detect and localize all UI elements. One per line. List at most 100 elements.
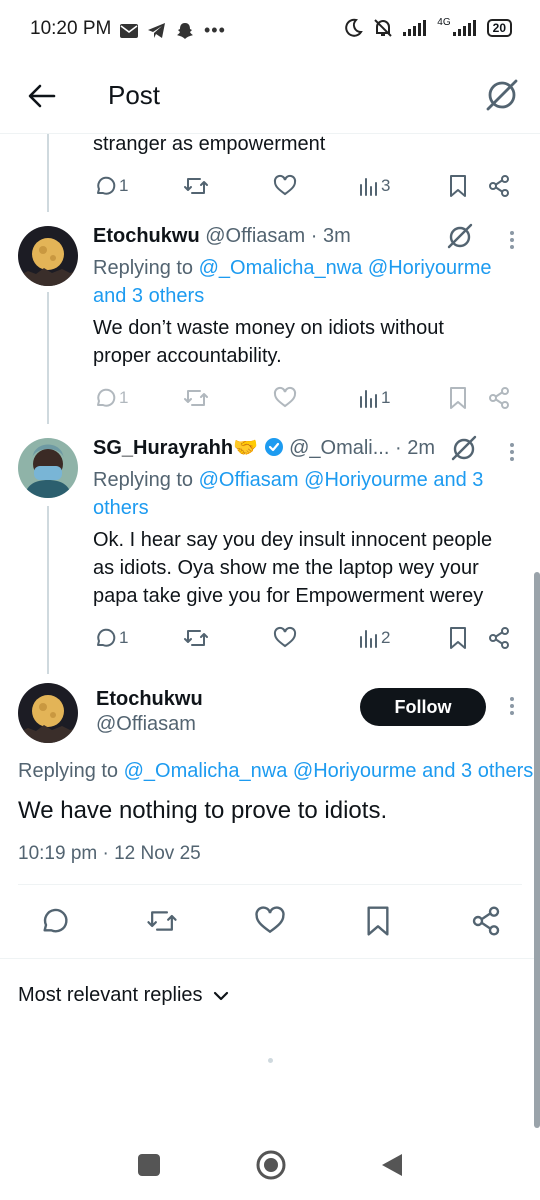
- reply-tweet[interactable]: Etochukwu @Offiasam · 3m Replying to @_O…: [0, 222, 540, 418]
- reply-icon[interactable]: [38, 905, 70, 937]
- reply-icon: [97, 388, 116, 407]
- replies-sort-label: Most relevant replies: [18, 984, 203, 1006]
- main-tweet-text: We have nothing to prove to idiots.: [18, 797, 388, 824]
- loading-dot: [268, 1058, 273, 1063]
- snapchat-icon: [177, 22, 193, 39]
- moon-avatar-image: [18, 683, 78, 743]
- bookmark-icon: [450, 387, 466, 409]
- recent-apps-button[interactable]: [138, 1154, 160, 1176]
- reply-tweet[interactable]: SG_Hurayrahh🤝 @_Omali... · 2m Replying t…: [0, 434, 540, 664]
- masked-person-avatar-image: [18, 438, 78, 498]
- like-button[interactable]: [273, 172, 297, 200]
- heart-icon: [273, 174, 297, 196]
- divider: [0, 958, 540, 959]
- mail-icon: [120, 23, 138, 38]
- repost-button[interactable]: [183, 384, 209, 412]
- battery-icon: 20: [486, 19, 512, 37]
- bookmark-button[interactable]: [447, 172, 469, 200]
- page-title: Post: [108, 80, 161, 110]
- verified-badge-icon: [264, 438, 283, 456]
- share-button[interactable]: [487, 172, 511, 200]
- more-options-icon[interactable]: [510, 228, 516, 252]
- bookmark-button[interactable]: [447, 624, 469, 652]
- main-tweet-timestamp: 10:19 pm · 12 Nov 25: [18, 843, 201, 864]
- bookmark-icon[interactable]: [362, 905, 394, 937]
- views-chart-icon: [360, 178, 377, 196]
- home-button-icon[interactable]: [255, 1149, 287, 1181]
- heart-icon: [273, 626, 297, 648]
- replying-to-mentions[interactable]: @Offiasam @Horiyourme and 3: [199, 469, 484, 491]
- reply-icon: [97, 628, 116, 647]
- replying-to-label: Replying to: [18, 760, 119, 782]
- reply-button[interactable]: 1: [93, 624, 128, 652]
- bookmark-button[interactable]: [447, 384, 469, 412]
- moon-avatar-image: [18, 226, 78, 286]
- share-icon: [489, 627, 509, 649]
- more-options-icon[interactable]: [510, 440, 516, 464]
- moon-icon: [345, 18, 364, 37]
- more-options-icon[interactable]: [510, 694, 516, 718]
- reply-button[interactable]: 1: [93, 172, 128, 200]
- avatar[interactable]: [18, 683, 78, 743]
- reply-button[interactable]: 1: [93, 384, 128, 412]
- bookmark-icon: [450, 175, 466, 197]
- back-arrow-icon[interactable]: [26, 80, 58, 112]
- display-name[interactable]: Etochukwu: [96, 688, 203, 711]
- app-header: Post: [0, 60, 540, 134]
- user-handle[interactable]: @_Omali...: [289, 437, 389, 459]
- views-button[interactable]: 1: [359, 384, 390, 412]
- display-name[interactable]: SG_Hurayrahh: [93, 437, 233, 459]
- scrollbar[interactable]: [534, 572, 540, 1128]
- replying-to-mentions[interactable]: @_Omalicha_nwa @Horiyourme: [199, 257, 492, 279]
- heart-icon: [273, 386, 297, 408]
- share-button[interactable]: [487, 624, 511, 652]
- post-time: · 3m: [310, 225, 351, 247]
- replies-sort-dropdown[interactable]: Most relevant replies: [18, 984, 229, 1007]
- repost-button[interactable]: [183, 624, 209, 652]
- like-button[interactable]: [273, 624, 297, 652]
- like-button[interactable]: [273, 384, 297, 412]
- notification-icons: •••: [120, 20, 226, 41]
- tweet-text-line: Ok. I hear say you dey insult innocent p…: [93, 529, 493, 551]
- reply-icon: [97, 176, 116, 195]
- signal-icon: [403, 20, 427, 36]
- share-icon: [489, 387, 509, 409]
- user-handle[interactable]: @Offiasam: [205, 225, 305, 247]
- telegram-icon: [148, 22, 165, 38]
- avatar[interactable]: [18, 438, 78, 498]
- tweet-text-line: proper accountability.: [93, 345, 282, 367]
- tweet-text-line: We don’t waste money on idiots without: [93, 317, 444, 339]
- share-button[interactable]: [487, 384, 511, 412]
- back-button-icon[interactable]: [380, 1152, 404, 1178]
- repost-icon[interactable]: [146, 905, 178, 937]
- grok-icon[interactable]: [484, 76, 520, 112]
- tweet-actions: 1 2: [93, 624, 515, 652]
- grok-icon[interactable]: [450, 434, 478, 462]
- replying-to-label: Replying to: [93, 469, 194, 491]
- replying-to-others[interactable]: and 3 others: [93, 285, 204, 307]
- user-handle[interactable]: @Offiasam: [96, 713, 196, 736]
- handshake-emoji: 🤝: [233, 437, 258, 459]
- display-name[interactable]: Etochukwu: [93, 225, 200, 247]
- tweet-text: We don’t waste money on idiots without p…: [93, 314, 518, 370]
- tweet-text: stranger as empowerment: [93, 133, 326, 155]
- repost-icon: [184, 630, 208, 646]
- repost-button[interactable]: [183, 172, 209, 200]
- avatar[interactable]: [18, 226, 78, 286]
- previous-tweet[interactable]: stranger as empowerment 1 3: [0, 130, 540, 210]
- repost-icon: [184, 178, 208, 194]
- heart-icon[interactable]: [254, 905, 286, 937]
- views-button[interactable]: 3: [359, 172, 390, 200]
- replying-to-others[interactable]: others: [93, 497, 149, 519]
- share-icon[interactable]: [470, 905, 502, 937]
- divider: [18, 884, 522, 885]
- main-tweet-actions: [0, 905, 540, 941]
- grok-icon[interactable]: [446, 222, 474, 250]
- status-time: 10:20 PM: [30, 18, 112, 39]
- views-button[interactable]: 2: [359, 624, 390, 652]
- replying-to-mentions[interactable]: @_Omalicha_nwa @Horiyourme and 3 others: [124, 760, 534, 782]
- views-chart-icon: [360, 630, 377, 648]
- share-icon: [489, 175, 509, 197]
- follow-button[interactable]: Follow: [360, 688, 486, 726]
- replying-to-label: Replying to: [93, 257, 194, 279]
